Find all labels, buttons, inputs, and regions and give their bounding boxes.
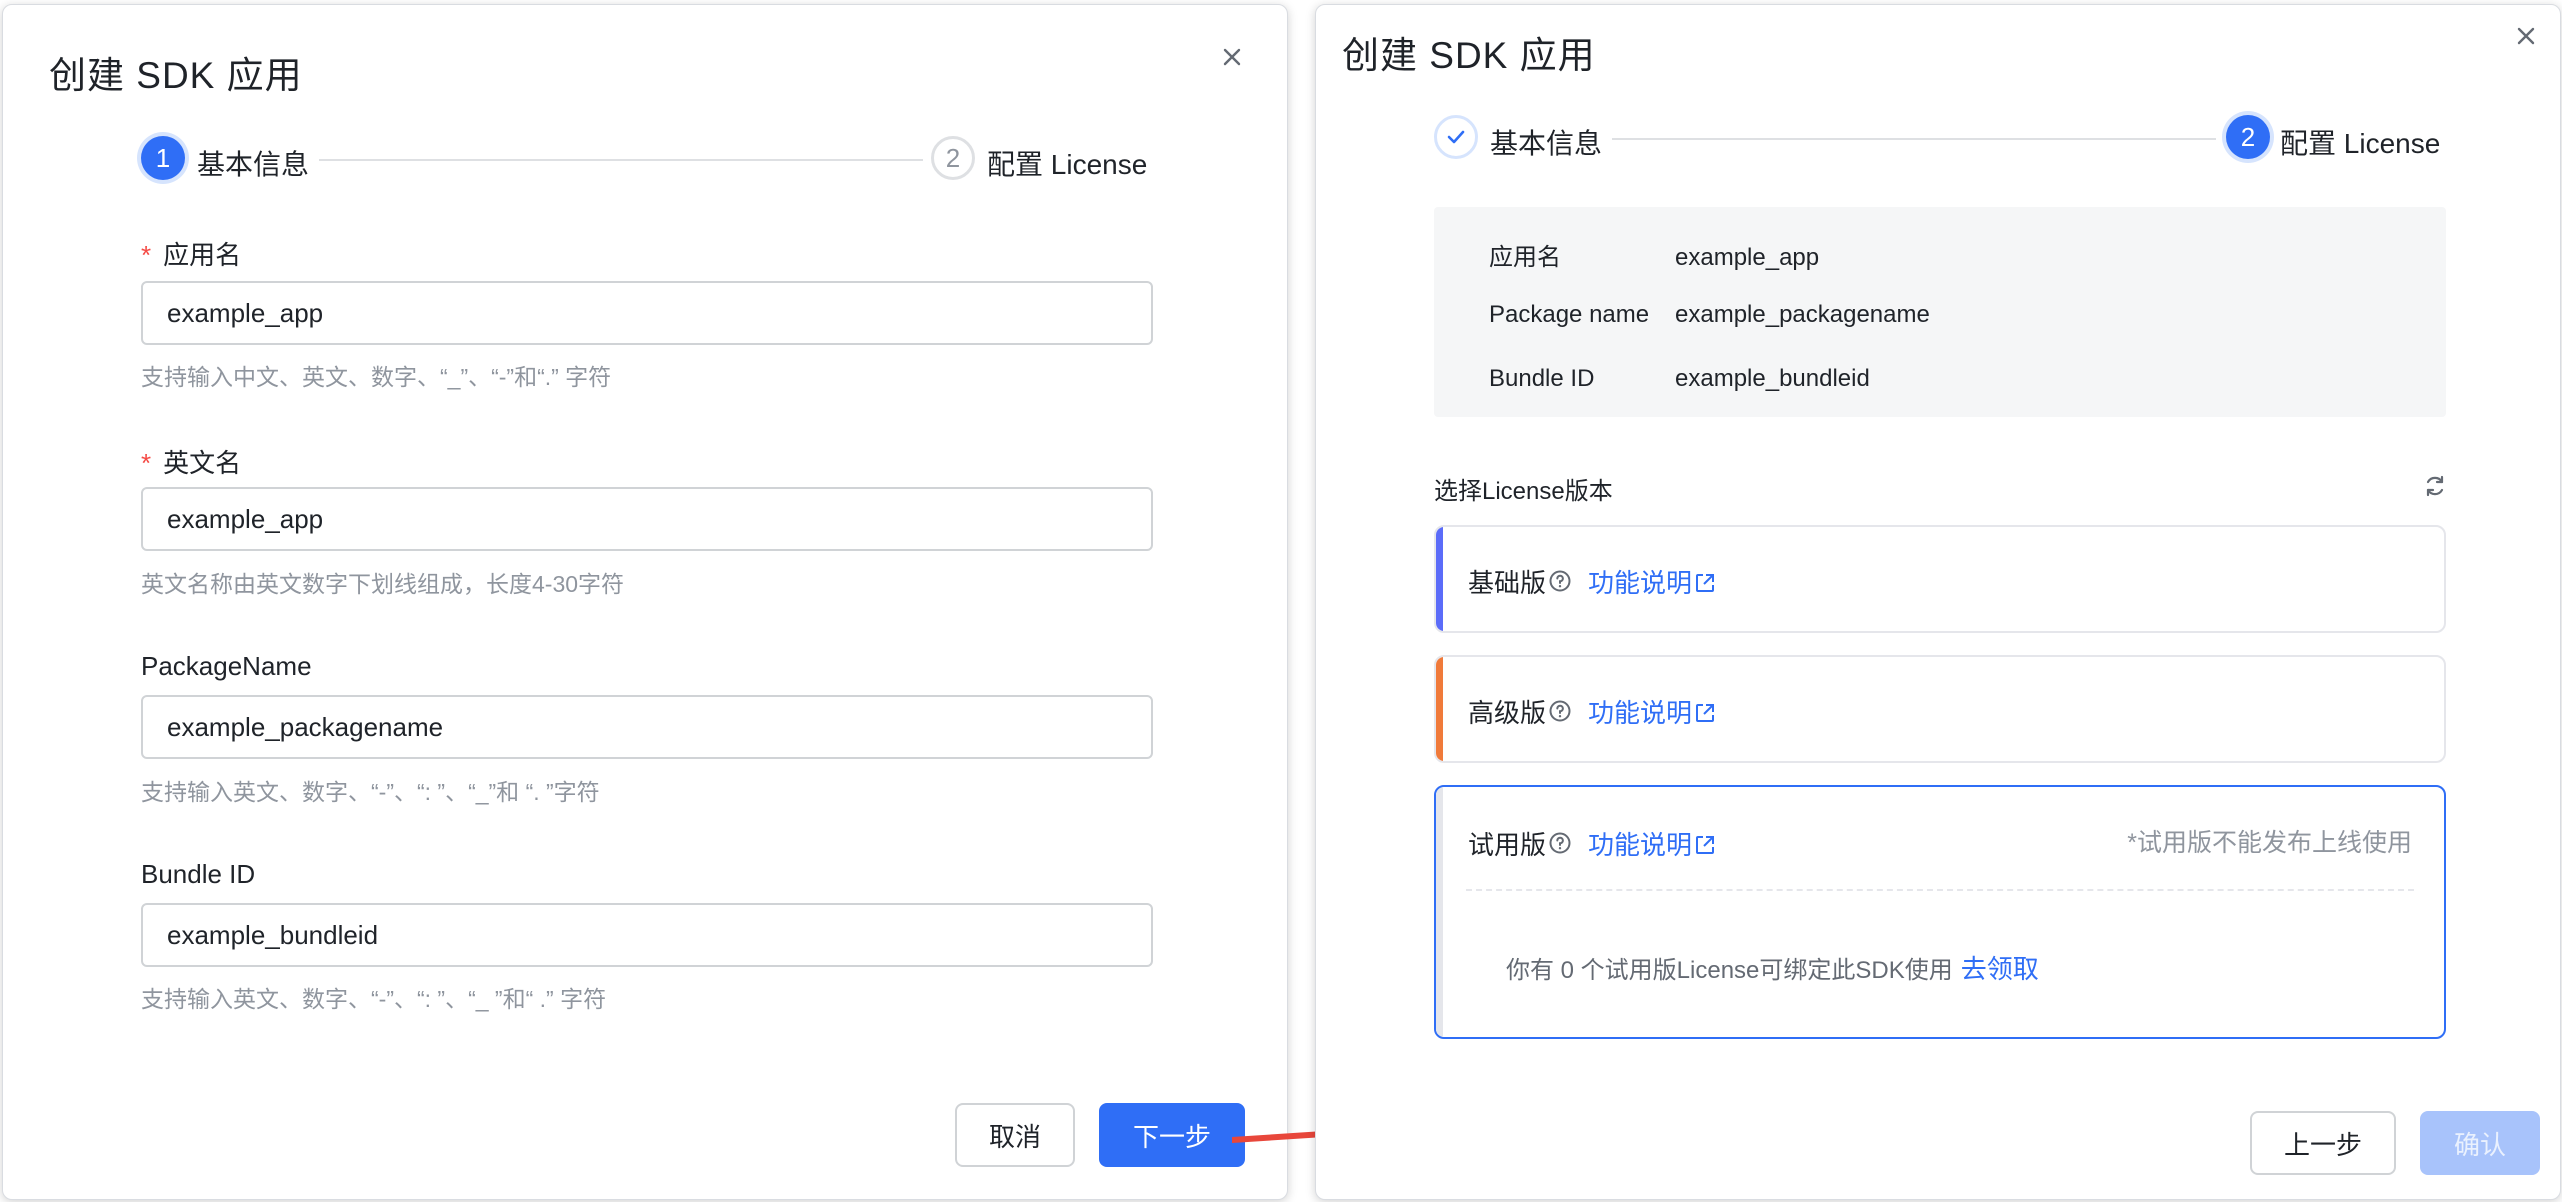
card-accent: [1436, 527, 1443, 631]
step-connector: [319, 159, 923, 161]
dialog-title: 创建 SDK 应用: [1342, 35, 1596, 76]
help-icon[interactable]: [1548, 831, 1572, 855]
app-name-hint: 支持输入中文、英文、数字、“_”、“-”和“.” 字符: [141, 364, 612, 390]
step-1-label: 基本信息: [1490, 128, 1603, 159]
step-1-done-indicator: [1434, 115, 1478, 159]
external-link-icon: [1696, 836, 1715, 854]
step-2-indicator: 2: [2226, 115, 2270, 159]
step-connector: [1612, 138, 2216, 140]
app-summary-panel: 应用名 example_app Package name example_packa…: [1434, 207, 2446, 417]
package-name-input[interactable]: example_packagename: [141, 695, 1153, 759]
close-icon[interactable]: [2511, 21, 2541, 51]
close-icon[interactable]: [1217, 42, 1247, 72]
card-accent: [1436, 657, 1443, 761]
package-name-label: PackageName: [141, 651, 312, 681]
step-2-label: 配置 License: [2280, 128, 2441, 159]
external-link-icon: [1696, 704, 1715, 722]
english-name-hint: 英文名称由英文数字下划线组成，长度4-30字符: [141, 571, 625, 597]
license-card-trial[interactable]: 试用版 功能说明 *试用版不能发布上线使用 你有 0 个试用版License可绑…: [1434, 785, 2446, 1039]
license-card-basic[interactable]: 基础版 功能说明: [1434, 525, 2446, 633]
license-name: 高级版: [1468, 698, 1547, 728]
app-name-input[interactable]: example_app: [141, 281, 1153, 345]
next-step-button[interactable]: 下一步: [1099, 1103, 1245, 1167]
license-name: 试用版: [1468, 830, 1547, 860]
cancel-button[interactable]: 取消: [955, 1103, 1075, 1167]
feature-description-link[interactable]: 功能说明: [1588, 693, 1716, 730]
create-sdk-dialog-step1: 创建 SDK 应用 1 基本信息 2 配置 License * 应用名 examp…: [2, 4, 1288, 1200]
confirm-button[interactable]: 确认: [2420, 1111, 2540, 1175]
bundle-id-hint: 支持输入英文、数字、“-”、“: ”、“_ ”和“ .” 字符: [141, 986, 607, 1012]
help-icon[interactable]: [1548, 569, 1572, 593]
trial-restriction-note: *试用版不能发布上线使用: [2127, 829, 2412, 857]
license-name: 基础版: [1468, 568, 1547, 598]
check-icon: [1447, 130, 1465, 144]
app-name-label: * 应用名: [141, 240, 242, 270]
help-icon[interactable]: [1548, 699, 1572, 723]
required-mark: *: [141, 448, 152, 478]
package-name-hint: 支持输入英文、数字、“-”、“: ”、“_”和 “. ”字符: [141, 779, 600, 805]
feature-description-link[interactable]: 功能说明: [1588, 563, 1716, 600]
step-1-label: 基本信息: [197, 149, 310, 180]
summary-row: 应用名 example_app: [1489, 244, 1820, 271]
bundle-id-label: Bundle ID: [141, 859, 256, 889]
claim-license-link[interactable]: 去领取: [1961, 954, 2039, 984]
license-section-title: 选择License版本: [1434, 478, 1613, 505]
bundle-id-input[interactable]: example_bundleid: [141, 903, 1153, 967]
summary-row: Bundle ID example_bundleid: [1489, 365, 1870, 392]
required-mark: *: [141, 240, 152, 270]
english-name-input[interactable]: example_app: [141, 487, 1153, 551]
create-sdk-dialog-step2: 创建 SDK 应用 基本信息 2 配置 License 应用名 example_a…: [1315, 4, 2561, 1200]
step-1-indicator: 1: [141, 136, 185, 180]
step-2-indicator: 2: [931, 136, 975, 180]
divider: [1466, 889, 2414, 891]
license-card-advanced[interactable]: 高级版 功能说明: [1434, 655, 2446, 763]
feature-description-link[interactable]: 功能说明: [1588, 825, 1716, 862]
english-name-label: * 英文名: [141, 448, 242, 478]
external-link-icon: [1696, 574, 1715, 592]
step-2-label: 配置 License: [987, 149, 1148, 180]
card-accent: [1436, 787, 1443, 1037]
dialog-title: 创建 SDK 应用: [49, 55, 303, 96]
previous-step-button[interactable]: 上一步: [2250, 1111, 2396, 1175]
trial-license-count: 你有 0 个试用版License可绑定此SDK使用 去领取: [1506, 954, 2039, 984]
refresh-icon[interactable]: [2422, 473, 2448, 499]
summary-row: Package name example_packagename: [1489, 301, 1930, 328]
